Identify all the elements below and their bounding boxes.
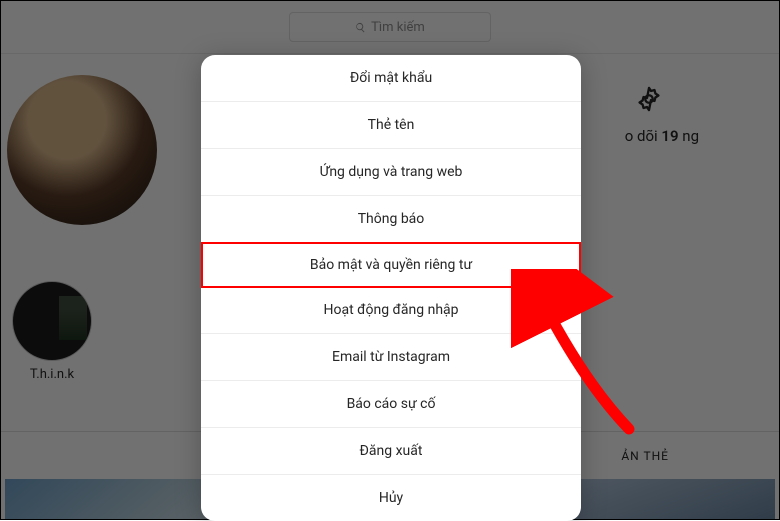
menu-item-apps-and-websites[interactable]: Ứng dụng và trang web — [201, 149, 581, 196]
menu-item-label: Hoạt động đăng nhập — [323, 302, 458, 318]
menu-item-log-out[interactable]: Đăng xuất — [201, 428, 581, 475]
menu-item-label: Ứng dụng và trang web — [320, 164, 463, 180]
menu-item-emails-from-ig[interactable]: Email từ Instagram — [201, 334, 581, 381]
menu-item-nametag[interactable]: Thẻ tên — [201, 102, 581, 149]
menu-item-label: Bảo mật và quyền riêng tư — [310, 257, 472, 273]
menu-item-notifications[interactable]: Thông báo — [201, 196, 581, 243]
menu-item-label: Thẻ tên — [368, 117, 415, 133]
menu-item-privacy-security[interactable]: Bảo mật và quyền riêng tư — [201, 242, 581, 288]
menu-item-label: Email từ Instagram — [332, 349, 450, 365]
menu-item-login-activity[interactable]: Hoạt động đăng nhập — [201, 287, 581, 334]
menu-item-label: Đăng xuất — [360, 443, 423, 459]
app-frame: Tìm kiếm o dõi 19 ng T.h.i.n.k BÀI ẢN TH… — [0, 0, 780, 520]
menu-item-cancel[interactable]: Hủy — [201, 475, 581, 521]
menu-item-label: Đổi mật khẩu — [350, 70, 432, 86]
menu-item-report-problem[interactable]: Báo cáo sự cố — [201, 381, 581, 428]
settings-menu: Đổi mật khẩu Thẻ tên Ứng dụng và trang web… — [201, 55, 581, 521]
menu-item-change-password[interactable]: Đổi mật khẩu — [201, 55, 581, 102]
menu-item-label: Hủy — [379, 490, 403, 506]
menu-item-label: Thông báo — [358, 211, 425, 227]
menu-item-label: Báo cáo sự cố — [347, 396, 436, 412]
